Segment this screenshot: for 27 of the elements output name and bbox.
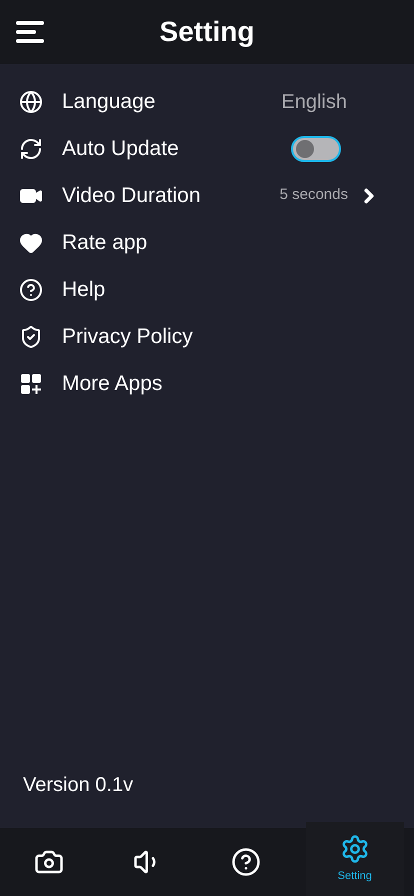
settings-icon <box>340 834 370 864</box>
help-icon <box>231 847 262 877</box>
settings-row[interactable]: Rate app <box>0 219 414 266</box>
setting-label: Language <box>62 88 156 115</box>
auto-update-toggle[interactable] <box>291 136 341 162</box>
settings-row[interactable]: Privacy Policy <box>0 313 414 360</box>
setting-label: Help <box>62 276 106 303</box>
setting-label: Rate app <box>62 230 148 256</box>
globe-icon <box>19 90 43 114</box>
setting-label: Auto Update <box>62 136 180 162</box>
menu-icon[interactable] <box>16 21 44 43</box>
refresh-icon <box>19 136 43 160</box>
page-title: Setting <box>160 15 254 49</box>
setting-value: 5 seconds <box>280 185 348 206</box>
setting-label: Video Duration <box>62 182 202 209</box>
settings-row[interactable]: More Apps <box>0 360 414 407</box>
settings-row[interactable]: Help <box>0 266 414 313</box>
apps-icon <box>19 372 43 396</box>
shield-icon <box>19 324 43 348</box>
setting-label: More Apps <box>62 370 164 397</box>
settings-row[interactable]: Video Duration 5 seconds <box>0 172 414 219</box>
setting-label: Privacy Policy <box>62 324 194 350</box>
version-text: Version 0.1v <box>23 773 134 798</box>
setting-value: English <box>281 90 347 114</box>
settings-row[interactable]: Language English <box>0 78 414 125</box>
help-icon <box>19 278 43 302</box>
settings-row[interactable]: Auto Update <box>0 125 414 172</box>
